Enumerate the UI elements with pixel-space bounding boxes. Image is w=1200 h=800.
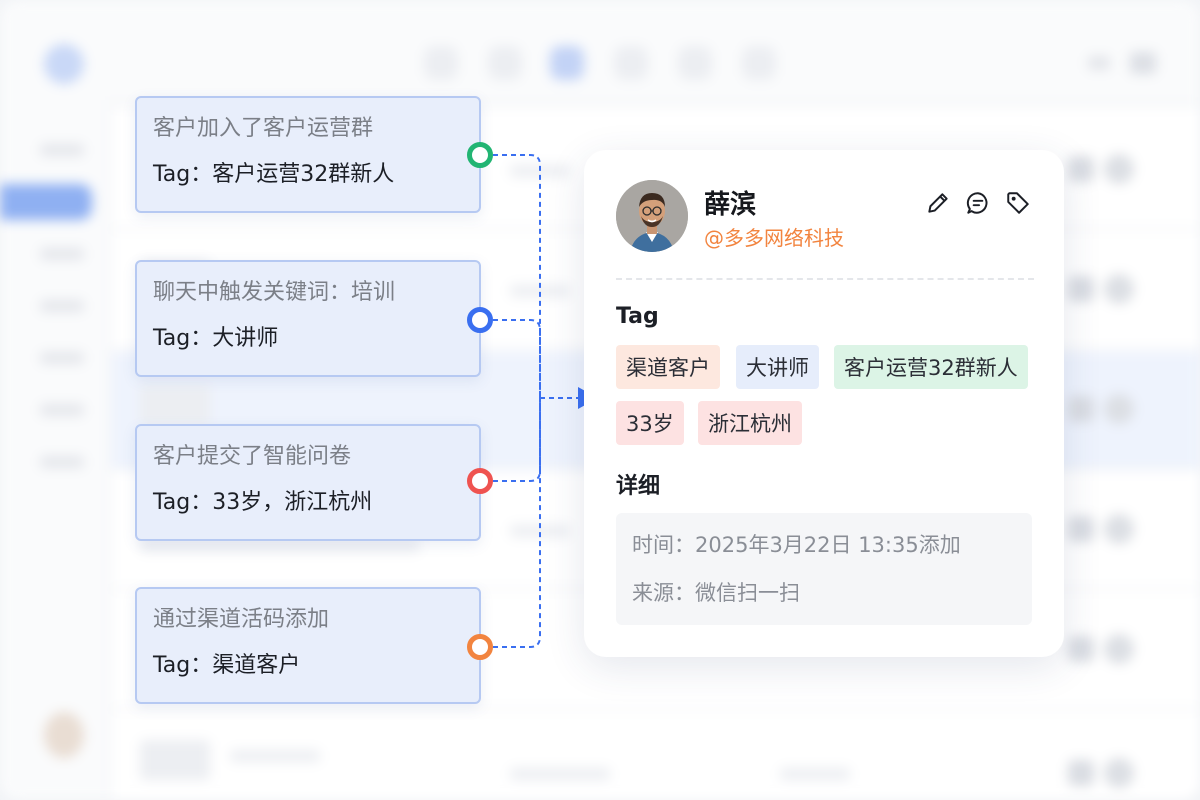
event-title: 聊天中触发关键词：培训 (153, 280, 396, 305)
background-cell (510, 768, 610, 780)
connection-port-green[interactable] (467, 142, 493, 168)
event-card[interactable]: 客户加入了客户运营群 Tag：客户运营32群新人 (135, 96, 481, 213)
background-cell (780, 768, 850, 780)
background-more-icon (1104, 634, 1134, 664)
avatar-portrait-icon (616, 180, 688, 252)
detail-time: 时间：2025年3月22日 13:35添加 (632, 533, 961, 557)
background-user-avatar (44, 712, 84, 758)
detail-source: 来源：微信扫一扫 (632, 581, 800, 605)
background-sidebar-item (40, 404, 84, 416)
divider (616, 278, 1034, 280)
background-sidebar-item (40, 144, 84, 156)
pencil-icon (928, 193, 948, 213)
background-cell (140, 540, 420, 552)
background-cell (510, 165, 570, 177)
message-icon (966, 192, 988, 214)
background-sidebar-active-item (0, 184, 92, 220)
connection-port-red[interactable] (467, 468, 493, 494)
background-sidebar-item (40, 300, 84, 312)
background-edit-icon (1068, 516, 1094, 542)
background-cell (140, 740, 210, 780)
event-tag: Tag：33岁，浙江杭州 (153, 490, 373, 515)
customer-profile-card: 薛滨 @多多网络科技 Tag 渠道客户 大讲师 客户运营32群新人 33岁 浙江… (584, 150, 1064, 657)
tag-icon (1007, 192, 1029, 214)
background-nav-icon (614, 46, 648, 80)
background-more-icon (1104, 514, 1134, 544)
event-card[interactable]: 通过渠道活码添加 Tag：渠道客户 (135, 587, 481, 704)
background-sidebar-item (40, 456, 84, 468)
background-edit-icon (1068, 156, 1094, 182)
background-cell (140, 385, 210, 425)
background-nav-icon (488, 46, 522, 80)
customer-company: @多多网络科技 (704, 226, 844, 250)
event-card[interactable]: 客户提交了智能问卷 Tag：33岁，浙江杭州 (135, 424, 481, 541)
background-sidebar-item (40, 352, 84, 364)
event-tag: Tag：客户运营32群新人 (153, 162, 395, 187)
background-logo (44, 44, 84, 84)
detail-section-title: 详细 (616, 474, 661, 499)
event-tag: Tag：渠道客户 (153, 653, 301, 678)
background-more-icon (1104, 274, 1134, 304)
message-button[interactable] (963, 188, 993, 218)
connection-port-blue[interactable] (467, 307, 493, 333)
background-nav-icon-active (550, 46, 584, 80)
detail-box: 时间：2025年3月22日 13:35添加 来源：微信扫一扫 (616, 513, 1032, 625)
tag-chip[interactable]: 客户运营32群新人 (834, 345, 1028, 389)
background-edit-icon (1068, 636, 1094, 662)
tag-chip[interactable]: 大讲师 (736, 345, 819, 389)
background-edit-icon (1068, 760, 1094, 786)
event-title: 客户加入了客户运营群 (153, 116, 374, 141)
background-more-icon (1104, 394, 1134, 424)
background-cell (230, 750, 320, 762)
event-title: 通过渠道活码添加 (153, 607, 330, 632)
background-cell (510, 525, 570, 537)
background-more-icon (1104, 758, 1134, 788)
background-sidebar-item (40, 248, 84, 260)
background-edit-icon (1068, 396, 1094, 422)
background-cell (510, 285, 570, 297)
avatar (616, 180, 688, 252)
background-nav-icon (742, 46, 776, 80)
customer-name: 薛滨 (704, 190, 757, 220)
background-nav-icon (678, 46, 712, 80)
tag-section-title: Tag (616, 304, 659, 329)
connection-port-orange[interactable] (467, 634, 493, 660)
background-more-icon (1104, 154, 1134, 184)
edit-button[interactable] (923, 188, 953, 218)
tag-chip[interactable]: 渠道客户 (616, 345, 720, 389)
event-tag: Tag：大讲师 (153, 326, 279, 351)
tag-chip[interactable]: 33岁 (616, 401, 684, 445)
background-nav-icon (424, 46, 458, 80)
event-card[interactable]: 聊天中触发关键词：培训 Tag：大讲师 (135, 260, 481, 377)
background-topbar (0, 0, 1200, 100)
background-edit-icon (1068, 276, 1094, 302)
event-title: 客户提交了智能问卷 (153, 444, 352, 469)
background-menu-icon (1088, 56, 1110, 70)
background-window-icon (1130, 52, 1156, 74)
tag-button[interactable] (1003, 188, 1033, 218)
tag-chip[interactable]: 浙江杭州 (698, 401, 802, 445)
